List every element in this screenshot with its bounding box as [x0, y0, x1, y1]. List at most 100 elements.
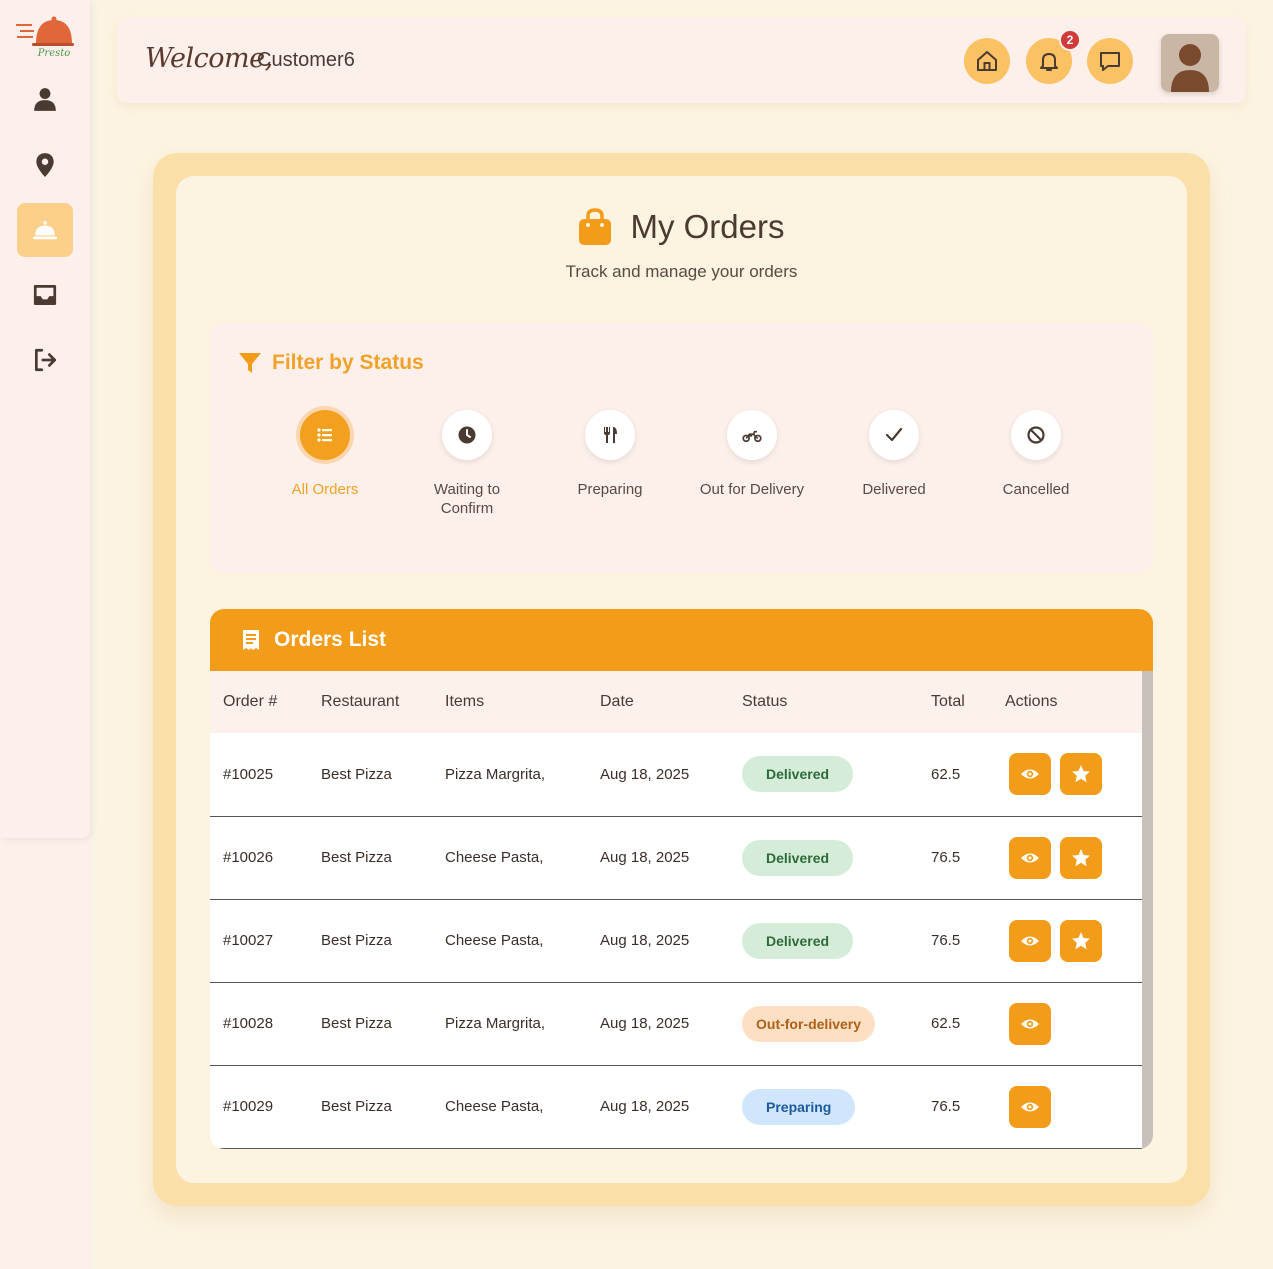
sidebar-item-profile[interactable]: [17, 72, 73, 126]
shopping-bag-icon: [579, 208, 612, 245]
row-actions: [1005, 982, 1142, 1065]
view-order-button[interactable]: [1009, 1085, 1051, 1128]
sidebar: Presto: [0, 0, 90, 838]
order-total: 76.5: [931, 932, 961, 949]
order-date: Aug 18, 2025: [600, 765, 690, 783]
list-icon: [317, 428, 332, 442]
view-order-button[interactable]: [1009, 919, 1051, 962]
inbox-icon: [33, 284, 57, 306]
star-icon: [1072, 765, 1090, 783]
sidebar-item-locations[interactable]: [17, 138, 73, 192]
table-row[interactable]: #10027 Best Pizza Cheese Pasta, Aug 18, 202…: [210, 899, 1142, 982]
filter-icon: [239, 353, 261, 373]
ban-icon: [1027, 426, 1045, 444]
check-icon: [885, 427, 903, 442]
filter-cancelled[interactable]: Cancelled: [961, 410, 1111, 499]
view-order-button[interactable]: [1009, 836, 1051, 879]
utensils-icon: [604, 427, 617, 443]
order-number: #10026: [223, 849, 274, 866]
filter-delivered[interactable]: Delivered: [819, 410, 969, 499]
page-title: My Orders: [630, 208, 785, 245]
service-bell-icon: [33, 221, 57, 240]
order-date: Aug 18, 2025: [600, 932, 690, 949]
top-header: Welcome, Customer6 2: [117, 17, 1246, 103]
row-actions: [1005, 1065, 1142, 1148]
table-header-row: Order # Restaurant Items Date Status Tot…: [210, 671, 1142, 733]
home-icon: [977, 51, 997, 71]
sidebar-item-orders[interactable]: [17, 203, 73, 257]
table-row[interactable]: #10026 Best Pizza Cheese Pasta, Aug 18, 202…: [210, 816, 1142, 899]
table-row[interactable]: #10028 Best Pizza Pizza Margrita, Aug 18, 2…: [210, 982, 1142, 1065]
filter-preparing[interactable]: Preparing: [535, 410, 685, 499]
rate-order-button[interactable]: [1060, 919, 1102, 962]
order-number: #10028: [223, 1015, 274, 1032]
column-header[interactable]: Restaurant: [321, 671, 445, 733]
column-header[interactable]: Order #: [210, 671, 321, 733]
table-scrollbar[interactable]: [1142, 671, 1153, 1149]
eye-icon: [1021, 1102, 1039, 1111]
orders-outer-card: My Orders Track and manage your orders F…: [153, 153, 1210, 1206]
logout-icon: [34, 348, 57, 372]
order-total: 76.5: [931, 849, 961, 866]
location-pin-icon: [36, 153, 54, 177]
filter-label: Cancelled: [1002, 481, 1070, 498]
column-header[interactable]: Date: [600, 671, 742, 733]
view-order-button[interactable]: [1009, 753, 1051, 796]
order-total: 62.5: [931, 1015, 961, 1032]
page-subtitle: Track and manage your orders: [565, 262, 798, 281]
order-date: Aug 18, 2025: [600, 849, 690, 866]
notification-badge: 2: [1059, 29, 1081, 51]
chat-icon: [1100, 52, 1120, 71]
filter-title: Filter by Status: [272, 351, 424, 374]
status-badge: Out-for-delivery: [742, 1005, 876, 1042]
status-badge: Delivered: [742, 756, 854, 793]
filter-label: Preparing: [577, 481, 643, 498]
filter-waiting-to-confirm[interactable]: Waiting to Confirm: [392, 410, 542, 518]
username: Customer6: [257, 49, 355, 71]
filter-label: Out for Delivery: [699, 481, 805, 498]
presto-logo[interactable]: Presto: [14, 14, 76, 60]
restaurant-name: Best Pizza: [321, 1015, 392, 1032]
view-order-button[interactable]: [1009, 1002, 1051, 1045]
avatar[interactable]: [1161, 34, 1219, 92]
filter-all-orders[interactable]: All Orders: [250, 410, 400, 499]
table-row[interactable]: #10025 Best Pizza Pizza Margrita, Aug 18, 2…: [210, 733, 1142, 816]
column-header[interactable]: Status: [742, 671, 931, 733]
rate-order-button[interactable]: [1060, 836, 1102, 879]
order-total: 62.5: [931, 765, 961, 783]
column-header[interactable]: Total: [931, 671, 1005, 733]
eye-icon: [1021, 769, 1039, 779]
receipt-icon: [243, 630, 259, 650]
orders-list-title: Orders List: [274, 628, 387, 651]
sidebar-item-logout[interactable]: [17, 333, 73, 387]
star-icon: [1072, 848, 1090, 866]
home-button[interactable]: [964, 38, 1010, 84]
restaurant-name: Best Pizza: [321, 1098, 392, 1115]
filter-out-for-delivery[interactable]: Out for Delivery: [677, 410, 827, 499]
order-number: #10029: [223, 1098, 274, 1115]
table-row[interactable]: #10029 Best Pizza Cheese Pasta, Aug 18, 202…: [210, 1065, 1142, 1148]
orders-table: Order # Restaurant Items Date Status Tot…: [210, 671, 1142, 1149]
user-icon: [34, 88, 56, 111]
star-icon: [1072, 931, 1090, 949]
sidebar-item-inbox[interactable]: [17, 268, 73, 322]
restaurant-name: Best Pizza: [321, 932, 392, 949]
status-badge: Delivered: [742, 922, 854, 959]
order-items: Pizza Margrita,: [445, 1015, 546, 1032]
column-header[interactable]: Items: [445, 671, 600, 733]
eye-icon: [1021, 1019, 1039, 1028]
column-header: Actions: [1005, 693, 1058, 710]
status-badge: Preparing: [742, 1088, 856, 1125]
messages-button[interactable]: [1087, 38, 1133, 84]
eye-icon: [1021, 936, 1039, 945]
order-number: #10027: [223, 932, 274, 949]
order-items: Cheese Pasta,: [445, 932, 544, 949]
rate-order-button[interactable]: [1060, 753, 1102, 796]
filter-label: All Orders: [291, 481, 359, 498]
order-date: Aug 18, 2025: [600, 1015, 690, 1032]
clock-icon: [458, 426, 476, 444]
orders-list-panel: Orders List Order # Restaurant Items Dat…: [210, 609, 1153, 1149]
eye-icon: [1021, 853, 1039, 862]
order-items: Pizza Margrita,: [445, 765, 546, 783]
order-items: Cheese Pasta,: [445, 849, 544, 866]
